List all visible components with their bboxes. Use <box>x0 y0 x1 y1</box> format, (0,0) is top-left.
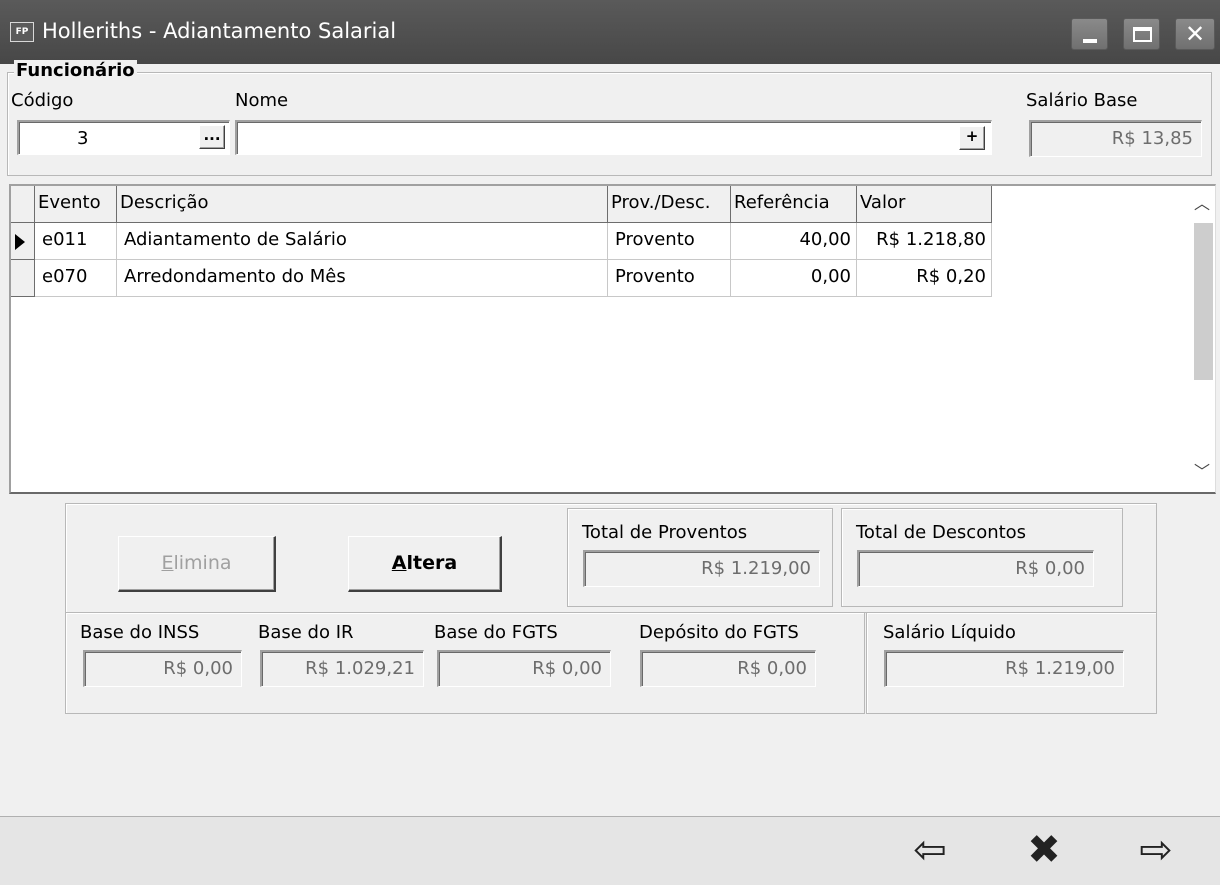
table-cell-valor[interactable]: R$ 0,20 <box>857 260 992 297</box>
minimize-icon <box>1083 39 1097 43</box>
column-header-evento[interactable]: Evento <box>35 186 117 223</box>
table-cell-referencia[interactable]: 40,00 <box>731 223 857 260</box>
nome-field[interactable]: + <box>235 120 992 155</box>
close-button[interactable]: ✕ <box>1175 18 1215 50</box>
salario-base-label: Salário Base <box>1026 90 1138 111</box>
salario-liquido-value: R$ 1.219,00 <box>1005 658 1115 679</box>
codigo-lookup-button[interactable]: ... <box>199 125 225 149</box>
base-fgts-value: R$ 0,00 <box>532 658 602 679</box>
deposito-fgts-label: Depósito do FGTS <box>639 622 799 643</box>
table-cell-valor[interactable]: R$ 1.218,80 <box>857 223 992 260</box>
table-cell-prov-desc[interactable]: Provento <box>608 260 731 297</box>
column-header-valor[interactable]: Valor <box>857 186 992 223</box>
table-cell-descricao[interactable]: Arredondamento do Mês <box>117 260 608 297</box>
salario-liquido-label: Salário Líquido <box>883 622 1016 643</box>
funcionario-group-title: Funcionário <box>14 60 137 81</box>
total-descontos-value: R$ 0,00 <box>1015 558 1085 579</box>
nome-label: Nome <box>235 90 289 111</box>
previous-arrow-icon[interactable]: ⇦ <box>900 826 960 874</box>
minimize-button[interactable] <box>1071 18 1108 50</box>
table-cell-evento[interactable]: e011 <box>35 223 117 260</box>
salario-base-value: R$ 13,85 <box>1111 128 1193 149</box>
base-fgts-label: Base do FGTS <box>434 622 558 643</box>
base-ir-label: Base do IR <box>258 622 354 643</box>
grid-header-indicator <box>11 186 35 223</box>
base-inss-label: Base do INSS <box>80 622 200 643</box>
next-arrow-icon[interactable]: ⇨ <box>1126 826 1186 874</box>
altera-button[interactable]: Altera <box>348 536 502 592</box>
codigo-label: Código <box>11 90 74 111</box>
total-descontos-label: Total de Descontos <box>856 522 1027 543</box>
row-indicator[interactable] <box>11 260 35 297</box>
column-header-referencia[interactable]: Referência <box>731 186 857 223</box>
base-ir-field: R$ 1.029,21 <box>260 650 424 687</box>
app-icon: FP <box>10 22 34 42</box>
maximize-button[interactable] <box>1123 18 1160 50</box>
base-fgts-field: R$ 0,00 <box>437 650 611 687</box>
deposito-fgts-value: R$ 0,00 <box>737 658 807 679</box>
salario-base-field: R$ 13,85 <box>1029 120 1202 157</box>
codigo-value: 3 <box>77 128 89 149</box>
base-inss-value: R$ 0,00 <box>163 658 233 679</box>
base-inss-field: R$ 0,00 <box>83 650 242 687</box>
base-ir-value: R$ 1.029,21 <box>305 658 415 679</box>
total-proventos-field: R$ 1.219,00 <box>583 550 820 587</box>
column-header-prov-desc[interactable]: Prov./Desc. <box>608 186 731 223</box>
table-cell-referencia[interactable]: 0,00 <box>731 260 857 297</box>
window-title: Holleriths - Adiantamento Salarial <box>42 19 397 43</box>
events-grid[interactable]: Evento Descrição Prov./Desc. Referência … <box>9 184 1216 494</box>
close-icon: ✕ <box>1184 20 1206 48</box>
row-indicator[interactable] <box>11 223 35 260</box>
maximize-icon <box>1133 27 1152 42</box>
chevron-up-icon[interactable]: ︿ <box>1190 190 1214 214</box>
grid-vertical-scrollbar[interactable]: ︿ ﹀ <box>1183 186 1214 492</box>
nome-add-button[interactable]: + <box>959 126 985 150</box>
scrollbar-thumb[interactable] <box>1194 223 1213 380</box>
elimina-button: Elimina <box>118 536 276 592</box>
total-proventos-label: Total de Proventos <box>582 522 748 543</box>
codigo-field[interactable]: 3 ... <box>17 120 230 155</box>
window: FP Holleriths - Adiantamento Salarial ✕ … <box>0 0 1220 885</box>
current-row-icon <box>15 234 25 250</box>
table-cell-descricao[interactable]: Adiantamento de Salário <box>117 223 608 260</box>
cancel-icon[interactable]: ✖ <box>1014 826 1074 874</box>
altera-button-label: Altera <box>391 552 458 574</box>
elimina-button-label: Elimina <box>161 552 232 574</box>
deposito-fgts-field: R$ 0,00 <box>640 650 816 687</box>
table-cell-prov-desc[interactable]: Provento <box>608 223 731 260</box>
total-descontos-field: R$ 0,00 <box>857 550 1094 587</box>
total-proventos-value: R$ 1.219,00 <box>701 558 811 579</box>
title-bar[interactable]: FP Holleriths - Adiantamento Salarial ✕ <box>0 0 1220 64</box>
chevron-down-icon[interactable]: ﹀ <box>1190 458 1214 482</box>
salario-liquido-field: R$ 1.219,00 <box>884 650 1124 687</box>
column-header-descricao[interactable]: Descrição <box>117 186 608 223</box>
table-cell-evento[interactable]: e070 <box>35 260 117 297</box>
